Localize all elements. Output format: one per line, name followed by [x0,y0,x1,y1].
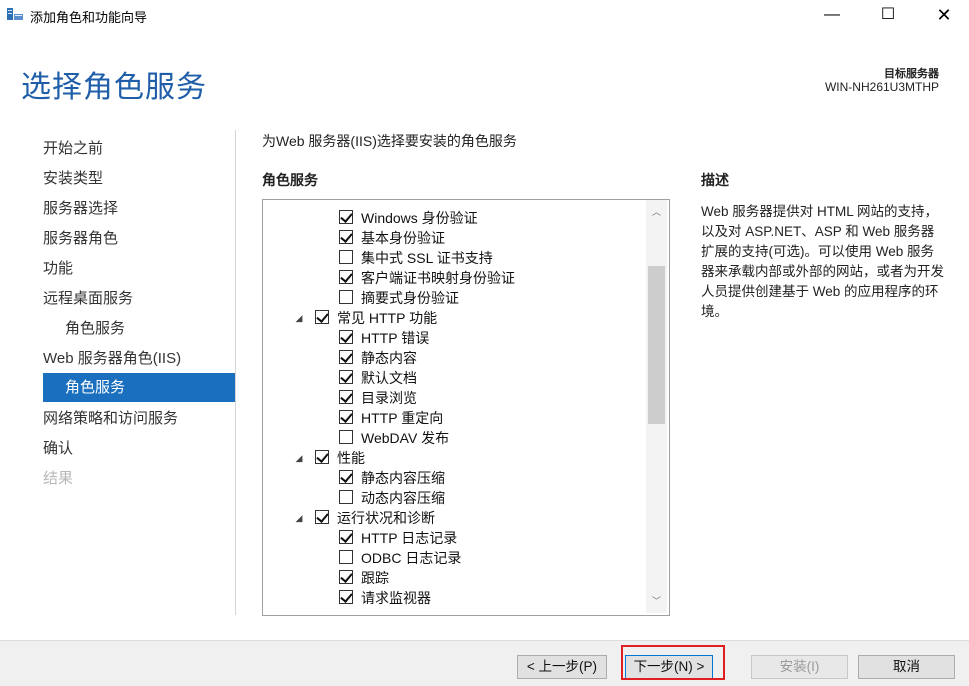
tree-item-label: HTTP 重定向 [361,410,444,426]
tree-item-label: HTTP 错误 [361,330,430,346]
nav-item-label: 网络策略和访问服务 [43,410,179,427]
nav-divider [235,130,236,615]
checkbox[interactable] [339,410,353,424]
checkbox[interactable] [339,250,353,264]
checkbox[interactable] [339,350,353,364]
instruction-text: 为Web 服务器(IIS)选择要安装的角色服务 [262,133,517,149]
tree-item-label: 集中式 SSL 证书支持 [361,250,493,266]
nav-item-iis-role-services[interactable]: 角色服务 [43,373,235,402]
nav-item-network-policy[interactable]: 网络策略和访问服务 [43,408,178,438]
tree-item-label: ODBC 日志记录 [361,550,462,566]
nav-item-label: 安装类型 [43,170,104,187]
nav-item-remote-desktop-services[interactable]: 远程桌面服务 [43,288,133,318]
tree-item-label: 客户端证书映射身份验证 [361,270,515,286]
checkbox[interactable] [339,530,353,544]
tree-item-label: 默认文档 [361,370,417,386]
tree-item-label: 基本身份验证 [361,230,445,246]
nav-item-label: Web 服务器角色(IIS) [43,350,182,367]
checkbox[interactable] [339,210,353,224]
role-services-heading: 角色服务 [262,172,318,188]
nav-item-features[interactable]: 功能 [43,258,73,288]
description-heading: 描述 [701,172,729,188]
window-title: 添加角色和功能向导 [30,10,148,25]
checkbox[interactable] [339,490,353,504]
nav-item-label: 确认 [43,440,74,457]
tree-item-label: 静态内容 [361,350,417,366]
nav-item-before-you-begin[interactable]: 开始之前 [43,138,103,168]
expand-collapse-icon[interactable]: ◢ [293,308,305,328]
checkbox[interactable] [339,570,353,584]
server-manager-icon [7,8,23,20]
install-button: 安装(I) [751,655,848,679]
highlight-box [621,645,725,680]
tree-item-label: 运行状况和诊断 [337,510,435,526]
nav-item-label: 远程桌面服务 [43,290,134,307]
checkbox[interactable] [315,310,329,324]
tree-item-label: 请求监视器 [361,590,431,606]
nav-item-label: 服务器选择 [43,200,119,217]
cancel-button[interactable]: 取消 [858,655,955,679]
tree-item-label: HTTP 日志记录 [361,530,458,546]
description-text: Web 服务器提供对 HTML 网站的支持，以及对 ASP.NET、ASP 和 … [701,204,944,319]
destination-server-label: 目标服务器 [884,68,939,80]
tree-item-label: 动态内容压缩 [361,490,445,506]
nav-item-label: 功能 [43,260,74,277]
checkbox[interactable] [339,370,353,384]
checkbox[interactable] [339,230,353,244]
nav-item-results: 结果 [43,468,73,498]
previous-button[interactable]: < 上一步(P) [517,655,607,679]
checkbox[interactable] [339,550,353,564]
tree-item-label: 静态内容压缩 [361,470,445,486]
minimize-button[interactable]: — [809,0,855,30]
scrollbar-thumb[interactable] [648,266,665,424]
nav-item-rds-role-services[interactable]: 角色服务 [65,318,125,348]
role-services-tree[interactable]: Windows 身份验证 基本身份验证 集中式 SSL 证书支持 客户端证书映射… [262,199,670,616]
tree-item-label: 跟踪 [361,570,389,586]
checkbox[interactable] [339,430,353,444]
checkbox[interactable] [339,330,353,344]
expand-collapse-icon[interactable]: ◢ [293,508,305,528]
scroll-up-icon[interactable]: ︿ [646,200,667,224]
nav-item-server-selection[interactable]: 服务器选择 [43,198,118,228]
destination-server-value: WIN-NH261U3MTHP [824,80,939,94]
tree-item-label: 性能 [337,450,365,466]
tree-item-label: 目录浏览 [361,390,417,406]
checkbox[interactable] [339,270,353,284]
tree-item-label: 常见 HTTP 功能 [337,310,438,326]
close-button[interactable]: ✕ [921,0,967,30]
checkbox[interactable] [339,290,353,304]
nav-item-label: 结果 [43,470,74,487]
checkbox[interactable] [339,390,353,404]
tree-item-label: Windows 身份验证 [361,210,478,226]
checkbox[interactable] [339,590,353,604]
nav-item-label: 服务器角色 [43,230,119,247]
tree-scrollbar[interactable]: ︿ ﹀ [646,200,667,613]
nav-item-confirmation[interactable]: 确认 [43,438,73,468]
checkbox[interactable] [315,510,329,524]
maximize-button[interactable]: ☐ [865,0,911,30]
nav-item-server-roles[interactable]: 服务器角色 [43,228,118,258]
nav-item-installation-type[interactable]: 安装类型 [43,168,103,198]
page-title: 选择角色服务 [21,71,207,104]
nav-item-label: 开始之前 [43,140,104,157]
nav-item-label: 角色服务 [65,379,126,396]
scroll-down-icon[interactable]: ﹀ [646,589,667,613]
tree-item-label: 摘要式身份验证 [361,290,459,306]
tree-item-label: WebDAV 发布 [361,430,450,446]
checkbox[interactable] [339,470,353,484]
checkbox[interactable] [315,450,329,464]
expand-collapse-icon[interactable]: ◢ [293,448,305,468]
nav-item-label: 角色服务 [65,320,126,337]
title-bar: 添加角色和功能向导 — ☐ ✕ [0,0,969,30]
